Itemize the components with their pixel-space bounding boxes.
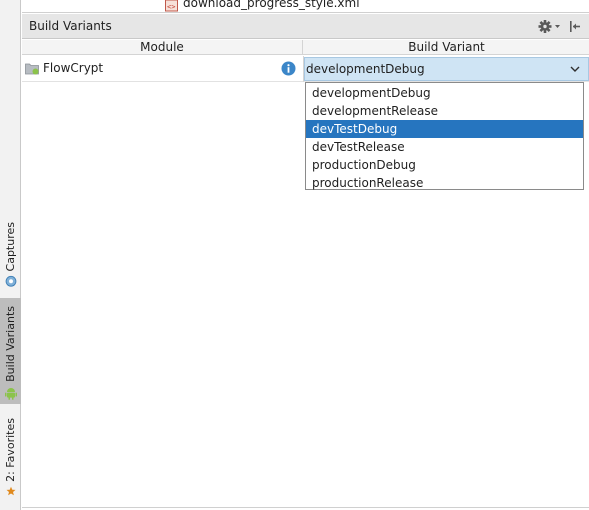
svg-text:<>: <> [167,3,175,11]
side-tab-favorites-label: 2: Favorites [4,418,17,482]
dropdown-option-production-release[interactable]: productionRelease [306,174,583,192]
table-row[interactable]: FlowCrypt developmentDebug [22,56,589,82]
column-header-build-variant[interactable]: Build Variant [304,40,589,55]
xml-file-icon: <> [165,0,178,12]
module-name: FlowCrypt [43,61,104,75]
build-variant-value: developmentDebug [306,62,425,76]
info-icon[interactable] [281,61,296,76]
side-tab-captures[interactable]: Captures [0,222,21,292]
gear-icon [538,20,560,33]
dropdown-option-development-release[interactable]: developmentRelease [306,102,583,120]
side-tab-favorites[interactable]: 2: Favorites [0,418,21,500]
dropdown-option-devtest-release[interactable]: devTestRelease [306,138,583,156]
left-tool-strip: Captures Build Variants 2: Favorites [0,0,21,510]
panel-bottom-border [22,507,589,508]
android-module-folder-icon [25,63,39,75]
dropdown-option-devtest-debug[interactable]: devTestDebug [306,120,583,138]
build-variants-panel-header: Build Variants [22,14,589,39]
pin-hide-icon [570,21,580,32]
editor-file-strip: <> download_progress_style.xml [22,0,589,13]
table-header: Module Build Variant [22,40,589,55]
captures-icon [5,276,16,288]
android-icon [4,388,17,400]
hide-panel-button[interactable] [567,18,583,35]
chevron-down-icon [570,66,580,72]
editor-file-name[interactable]: download_progress_style.xml [183,0,360,10]
panel-title: Build Variants [29,19,112,33]
dropdown-option-production-debug[interactable]: productionDebug [306,156,583,174]
column-header-module[interactable]: Module [22,40,303,55]
side-tab-captures-label: Captures [4,222,17,272]
side-tab-build-variants-label: Build Variants [4,306,17,382]
build-variant-combobox[interactable]: developmentDebug [304,57,589,81]
star-icon [5,486,16,496]
build-variant-dropdown[interactable]: developmentDebug developmentRelease devT… [305,82,584,190]
side-tab-build-variants[interactable]: Build Variants [0,298,21,404]
dropdown-option-development-debug[interactable]: developmentDebug [306,84,583,102]
settings-button[interactable] [537,18,563,35]
